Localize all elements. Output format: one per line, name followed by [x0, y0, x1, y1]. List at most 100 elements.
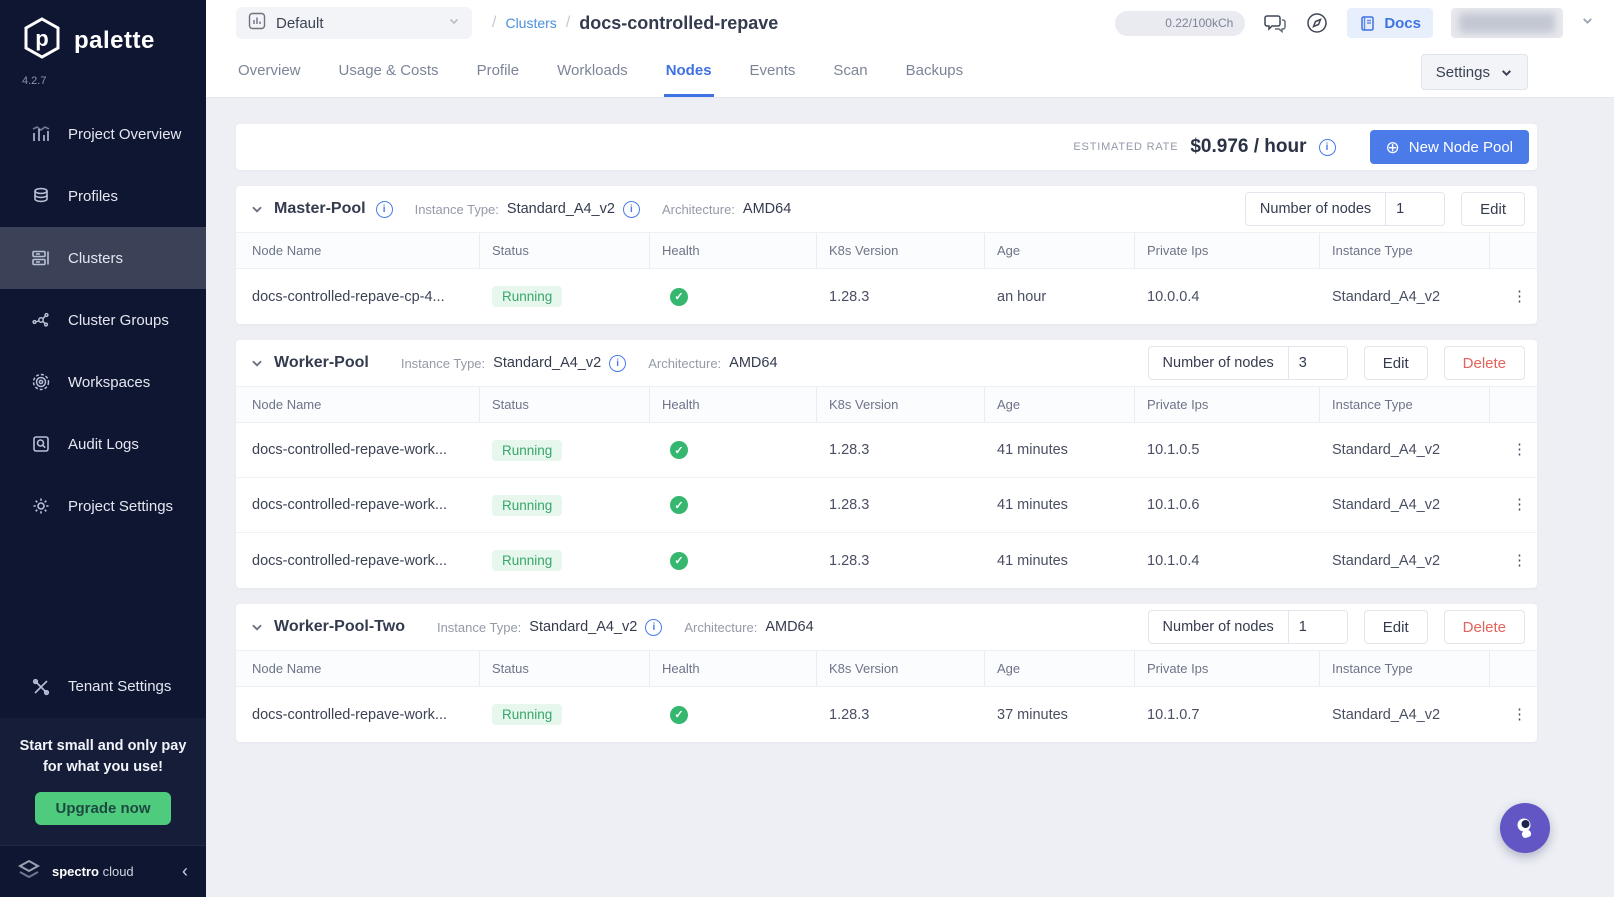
sidebar-item-label: Cluster Groups	[68, 311, 169, 329]
number-of-nodes-input[interactable]	[1386, 193, 1445, 225]
instance-type: Standard_A4_v2	[1332, 706, 1441, 723]
col-k8s-version: K8s Version	[817, 651, 985, 686]
row-menu-icon[interactable]: ⋮	[1490, 478, 1537, 532]
new-node-pool-button[interactable]: ⊕ New Node Pool	[1369, 130, 1529, 164]
sidebar-item-tenant-settings[interactable]: Tenant Settings	[0, 656, 206, 718]
project-selector[interactable]: Default	[236, 7, 472, 39]
info-icon[interactable]: i	[375, 200, 393, 218]
node-name: docs-controlled-repave-work...	[252, 706, 448, 723]
number-of-nodes-input[interactable]	[1288, 611, 1347, 643]
col-node-name: Node Name	[236, 651, 480, 686]
row-menu-icon[interactable]: ⋮	[1490, 533, 1537, 588]
pool-name: Master-Pool	[274, 200, 366, 217]
tools-icon	[30, 676, 52, 698]
info-icon[interactable]: i	[645, 618, 663, 636]
user-menu[interactable]	[1451, 8, 1563, 38]
private-ip: 10.0.0.4	[1147, 288, 1200, 305]
number-of-nodes-field: Number of nodes	[1244, 192, 1446, 226]
edit-button[interactable]: Edit	[1363, 346, 1428, 380]
row-menu-icon[interactable]: ⋮	[1490, 423, 1537, 477]
breadcrumb-clusters-link[interactable]: Clusters	[505, 15, 556, 31]
node-pool-card-master: Master-Pool i Instance Type: Standard_A4…	[236, 186, 1537, 324]
chevron-down-icon[interactable]	[250, 202, 264, 216]
info-icon[interactable]: i	[622, 200, 640, 218]
sidebar-item-project-settings[interactable]: Project Settings	[0, 475, 206, 537]
col-actions	[1490, 233, 1537, 268]
node-age: 41 minutes	[997, 442, 1068, 458]
chevron-down-icon[interactable]	[250, 356, 264, 370]
top-bar-actions: 0.22/100kCh Docs	[1115, 8, 1594, 38]
table-header-row: Node Name Status Health K8s Version Age …	[236, 386, 1537, 423]
sidebar-item-profiles[interactable]: Profiles	[0, 165, 206, 227]
architecture-value: AMD64	[729, 355, 778, 371]
sidebar-footer: spectro cloud ‹	[0, 845, 206, 897]
audit-log-icon	[30, 433, 52, 455]
col-private-ips: Private Ips	[1135, 651, 1320, 686]
breadcrumb-current-cluster: docs-controlled-repave	[579, 12, 779, 33]
chevron-down-icon[interactable]	[250, 620, 264, 634]
row-menu-icon[interactable]: ⋮	[1490, 687, 1537, 742]
node-row[interactable]: docs-controlled-repave-cp-4... Running ✓…	[236, 269, 1537, 324]
sidebar-item-audit-logs[interactable]: Audit Logs	[0, 413, 206, 475]
main-area: Default / Clusters / docs-controlled-rep…	[206, 0, 1614, 897]
col-age: Age	[985, 233, 1135, 268]
sidebar-item-workspaces[interactable]: Workspaces	[0, 351, 206, 413]
instance-type: Standard_A4_v2	[1332, 497, 1441, 513]
node-row[interactable]: docs-controlled-repave-work... Running ✓…	[236, 533, 1537, 588]
usage-meter: 0.22/100kCh	[1115, 10, 1246, 36]
assistant-fab-button[interactable]	[1500, 803, 1550, 853]
tab-workloads[interactable]: Workloads	[555, 46, 630, 97]
breadcrumb: / Clusters / docs-controlled-repave	[492, 13, 778, 34]
plus-circle-icon: ⊕	[1385, 137, 1400, 157]
sidebar-item-label: Tenant Settings	[68, 678, 172, 696]
palette-logo-icon: p	[20, 16, 64, 65]
col-node-name: Node Name	[236, 387, 480, 422]
col-age: Age	[985, 387, 1135, 422]
node-row[interactable]: docs-controlled-repave-work... Running ✓…	[236, 687, 1537, 742]
info-icon[interactable]: i	[1318, 138, 1336, 156]
tab-overview[interactable]: Overview	[236, 46, 303, 97]
status-badge: Running	[492, 550, 563, 571]
col-k8s-version: K8s Version	[817, 387, 985, 422]
number-of-nodes-input[interactable]	[1288, 347, 1347, 379]
health-ok-icon: ✓	[670, 496, 688, 514]
chevron-down-icon[interactable]	[1581, 14, 1594, 32]
delete-button[interactable]: Delete	[1443, 610, 1525, 644]
edit-button[interactable]: Edit	[1461, 192, 1525, 226]
node-row[interactable]: docs-controlled-repave-work... Running ✓…	[236, 423, 1537, 478]
upgrade-now-button[interactable]: Upgrade now	[35, 792, 171, 825]
tab-backups[interactable]: Backups	[904, 46, 966, 97]
col-actions	[1490, 651, 1537, 686]
edit-button[interactable]: Edit	[1363, 610, 1428, 644]
docs-button[interactable]: Docs	[1347, 8, 1433, 38]
svg-text:p: p	[35, 26, 48, 51]
sidebar-item-cluster-groups[interactable]: Cluster Groups	[0, 289, 206, 351]
settings-button[interactable]: Settings	[1420, 54, 1528, 90]
chat-icon[interactable]	[1263, 11, 1287, 35]
sidebar-collapse-icon[interactable]: ‹	[182, 861, 188, 882]
breadcrumb-separator: /	[565, 14, 571, 31]
tab-scan[interactable]: Scan	[831, 46, 869, 97]
brand-name: spectro cloud	[52, 864, 134, 879]
clusters-icon	[30, 247, 52, 269]
architecture-label: Architecture:	[661, 201, 735, 217]
status-badge: Running	[492, 494, 563, 516]
compass-icon[interactable]	[1305, 11, 1329, 35]
tab-profile[interactable]: Profile	[475, 46, 522, 97]
number-of-nodes-label: Number of nodes	[1149, 347, 1289, 379]
row-menu-icon[interactable]: ⋮	[1490, 269, 1537, 324]
tab-nodes[interactable]: Nodes	[663, 46, 714, 97]
tab-events[interactable]: Events	[748, 46, 798, 97]
app-logo-text: palette	[74, 26, 155, 54]
sidebar-item-clusters[interactable]: Clusters	[0, 227, 206, 289]
col-node-name: Node Name	[236, 233, 480, 268]
node-row[interactable]: docs-controlled-repave-work... Running ✓…	[236, 478, 1537, 533]
node-name: docs-controlled-repave-work...	[252, 442, 448, 458]
info-icon[interactable]: i	[609, 354, 627, 372]
project-scope-icon	[248, 12, 266, 35]
sidebar-item-project-overview[interactable]: Project Overview	[0, 103, 206, 165]
upgrade-promo: Start small and only pay for what you us…	[0, 717, 206, 845]
delete-button[interactable]: Delete	[1443, 346, 1525, 380]
tab-usage-costs[interactable]: Usage & Costs	[337, 46, 441, 97]
table-header-row: Node Name Status Health K8s Version Age …	[236, 232, 1537, 269]
